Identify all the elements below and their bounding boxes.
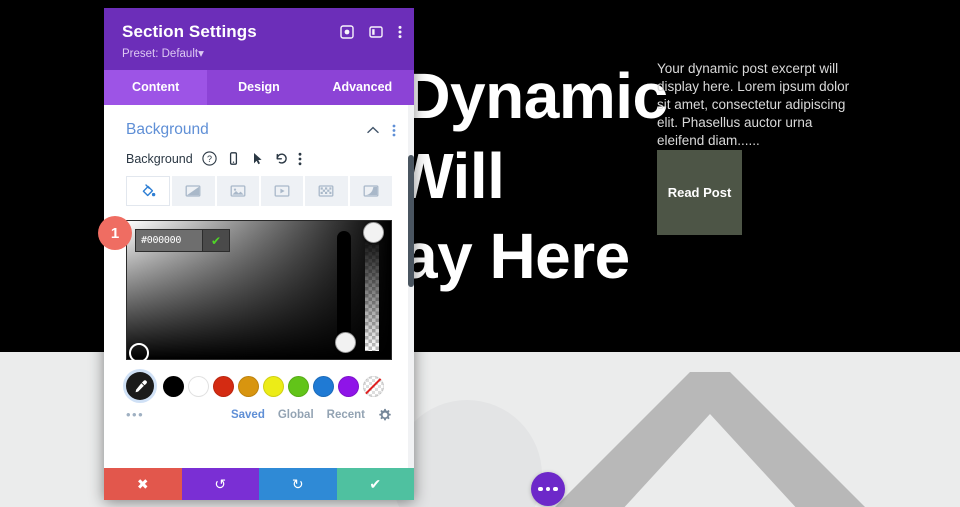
swatch-tab-recent[interactable]: Recent <box>327 409 365 421</box>
panel-header-icons <box>340 25 402 39</box>
value-slider-handle[interactable] <box>334 332 356 353</box>
saturation-pointer[interactable] <box>129 343 149 363</box>
more-swatches-button[interactable]: ••• <box>126 407 231 422</box>
post-excerpt: Your dynamic post excerpt will display h… <box>657 61 850 148</box>
background-field-row: Background ? <box>104 139 414 166</box>
swatch-tab-global[interactable]: Global <box>278 409 314 421</box>
background-section-header: Background <box>104 105 414 139</box>
svg-text:?: ? <box>207 154 212 164</box>
reset-undo-icon[interactable] <box>274 151 289 166</box>
tab-design[interactable]: Design <box>207 70 310 105</box>
floating-options-button[interactable] <box>531 472 565 506</box>
hex-input-group: ✔ <box>135 229 230 252</box>
focus-target-icon[interactable] <box>340 25 354 39</box>
layout-panel-icon[interactable] <box>369 25 383 39</box>
preset-label: Preset: Default <box>122 48 199 60</box>
swatch-blue[interactable] <box>313 375 334 397</box>
cancel-button[interactable]: ✖ <box>104 468 182 500</box>
swatch-purple[interactable] <box>338 375 359 397</box>
preset-selector[interactable]: Preset: Default▾ <box>122 46 398 60</box>
swatch-tab-saved[interactable]: Saved <box>231 409 265 421</box>
panel-footer: ✖ ↺ ↻ ✔ <box>104 468 414 500</box>
background-type-tabs <box>104 166 414 206</box>
step-badge-1: 1 <box>98 216 132 250</box>
chevron-up-icon[interactable] <box>367 126 379 134</box>
ellipsis-icon-dot <box>538 486 543 492</box>
responsive-mobile-icon[interactable] <box>226 151 241 166</box>
background-image-tab[interactable] <box>216 176 259 206</box>
swatch-source-links: Saved Global Recent <box>231 408 392 422</box>
gear-icon[interactable] <box>378 408 392 422</box>
background-section-controls <box>367 124 396 137</box>
swatch-black[interactable] <box>163 375 184 397</box>
swatch-red[interactable] <box>213 375 234 397</box>
swatch-white[interactable] <box>188 375 209 397</box>
swatch-green[interactable] <box>288 375 309 397</box>
background-color-tab[interactable] <box>126 176 171 206</box>
alpha-slider[interactable] <box>362 222 384 351</box>
swatch-orange[interactable] <box>238 375 259 397</box>
redo-button[interactable]: ↻ <box>259 468 337 500</box>
help-icon[interactable]: ? <box>202 151 217 166</box>
ellipsis-icon-dot <box>553 486 558 492</box>
read-post-button[interactable]: Read Post <box>657 150 742 235</box>
hex-confirm-button[interactable]: ✔ <box>202 230 229 251</box>
vertical-dots-icon[interactable] <box>398 25 402 39</box>
section-settings-panel: Section Settings Preset: Default▾ Conten… <box>104 8 414 500</box>
panel-tabs: Content Design Advanced <box>104 70 414 105</box>
read-post-label: Read Post <box>667 185 732 200</box>
preset-caret-icon: ▾ <box>198 48 204 60</box>
background-video-tab[interactable] <box>260 176 304 206</box>
screenshot-root: Your Dynamic Title Will Display Here You… <box>0 0 960 507</box>
panel-scrollbar-thumb[interactable] <box>408 155 414 287</box>
hover-cursor-icon[interactable] <box>250 151 265 166</box>
undo-button[interactable]: ↺ <box>181 468 259 500</box>
ellipsis-icon-dot <box>545 486 551 492</box>
saturation-value-area[interactable]: ✔ <box>126 220 392 363</box>
background-section-title: Background <box>126 121 209 138</box>
tab-content[interactable]: Content <box>104 70 208 105</box>
background-gradient-tab[interactable] <box>172 176 215 206</box>
tab-advanced[interactable]: Advanced <box>311 70 414 105</box>
vertical-dots-icon[interactable] <box>392 124 396 137</box>
swatch-meta-row: ••• Saved Global Recent <box>104 400 414 422</box>
save-button[interactable]: ✔ <box>336 468 414 500</box>
eyedropper-icon[interactable] <box>126 372 154 400</box>
background-field-label: Background <box>126 151 193 166</box>
value-slider[interactable] <box>334 231 356 353</box>
panel-header: Section Settings Preset: Default▾ <box>104 8 414 70</box>
background-mask-tab[interactable] <box>349 176 392 206</box>
swatch-yellow[interactable] <box>263 375 284 397</box>
panel-body: Background Background ? #000000 ✔ ••• Sa… <box>104 105 414 468</box>
swatch-transparent[interactable] <box>363 375 384 397</box>
hex-input[interactable] <box>136 230 202 251</box>
alpha-slider-handle[interactable] <box>362 222 384 243</box>
color-picker: ✔ <box>126 220 392 363</box>
background-pattern-tab[interactable] <box>305 176 348 206</box>
color-swatch-row <box>104 360 414 400</box>
panel-scrollbar-track[interactable] <box>408 105 414 468</box>
vertical-dots-icon[interactable] <box>298 152 302 166</box>
